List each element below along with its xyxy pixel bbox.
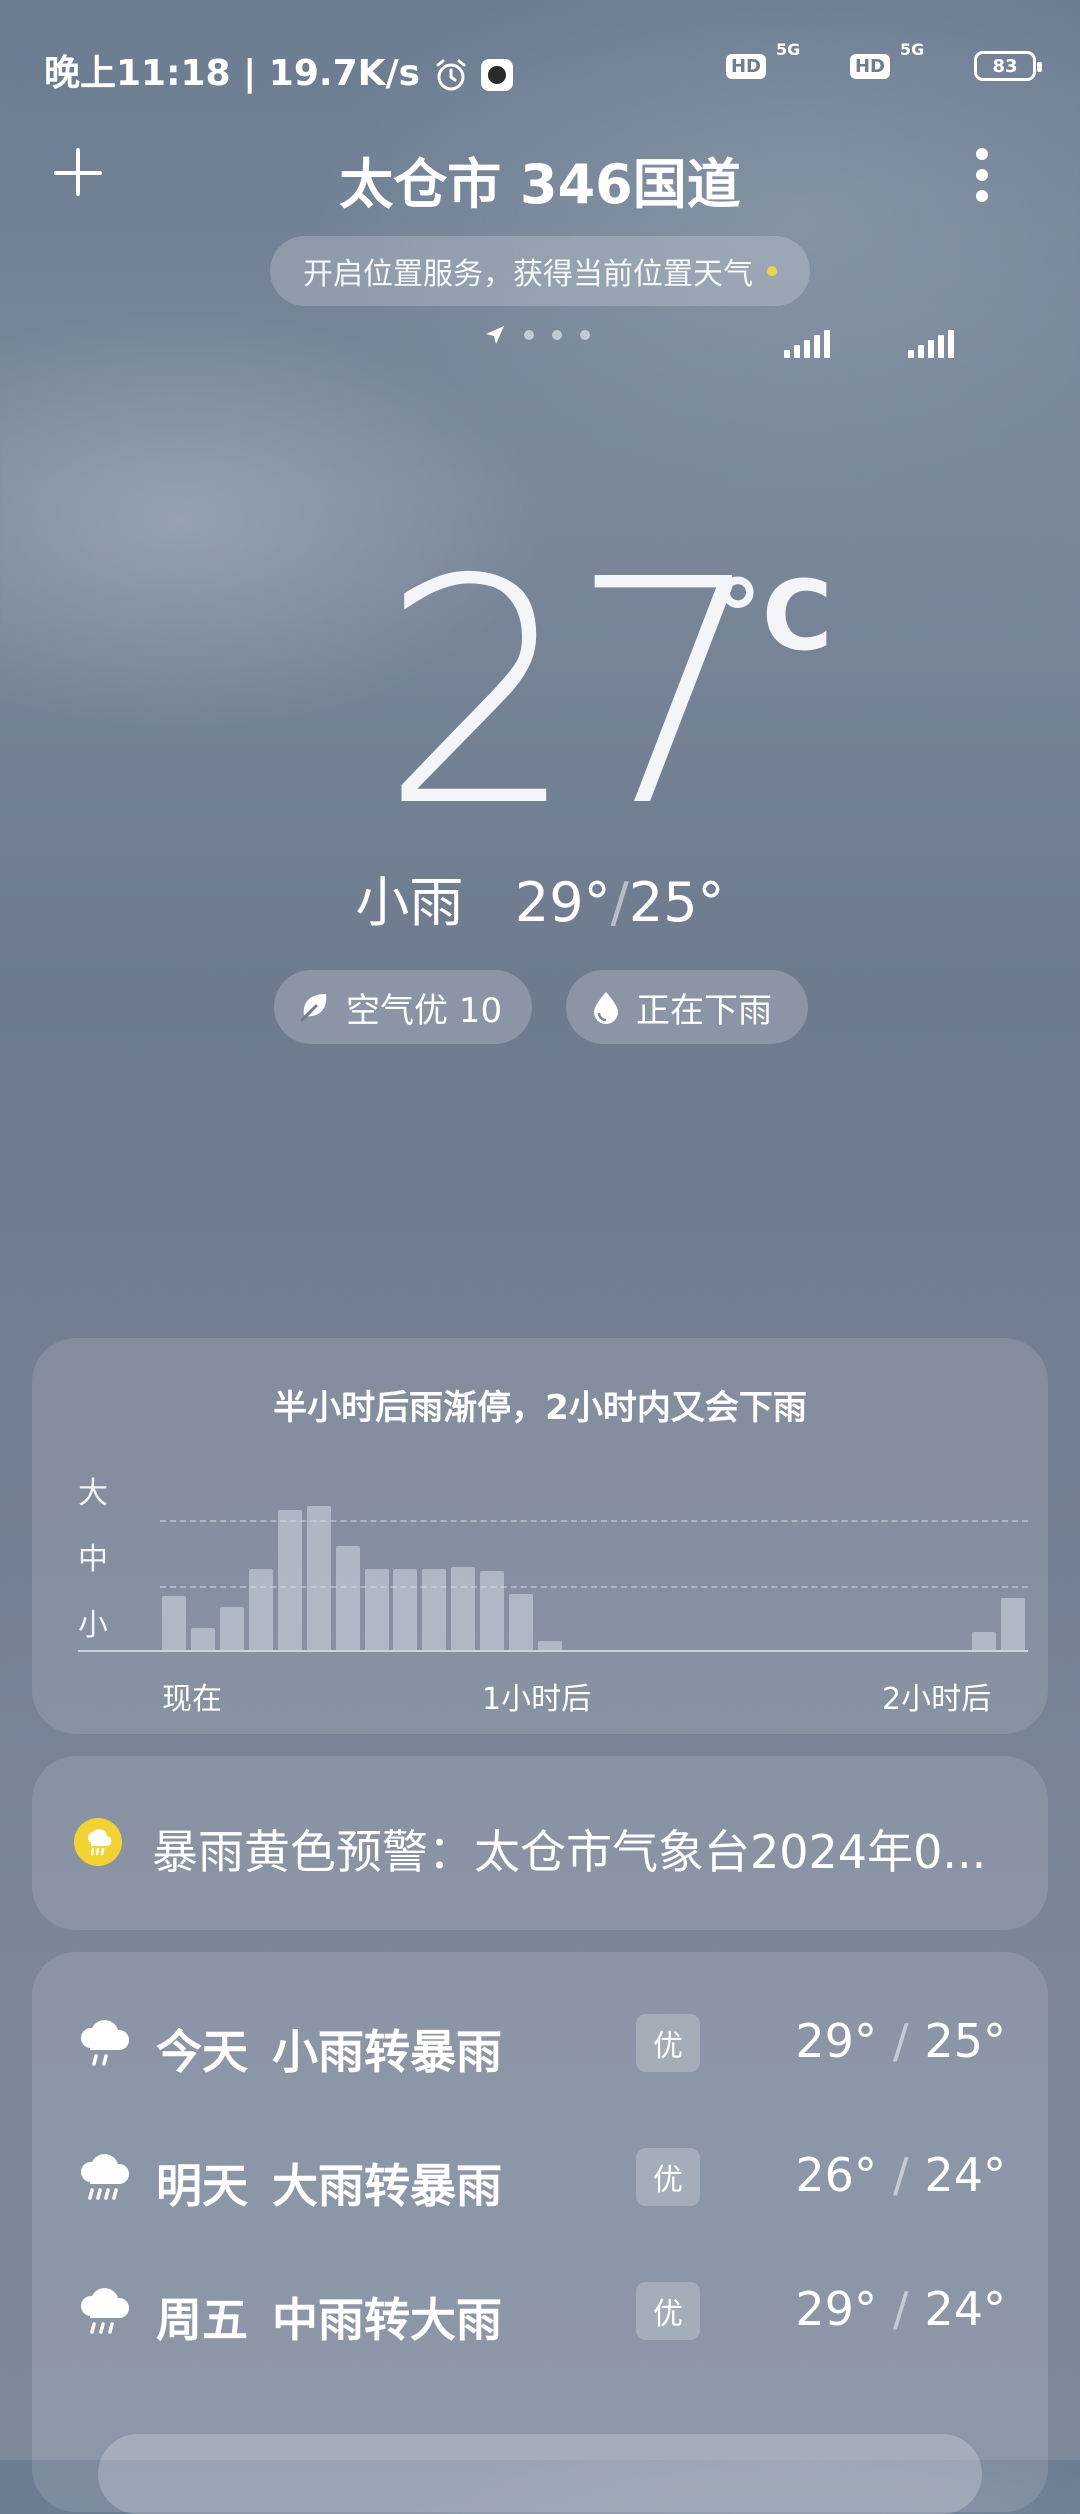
status-text: 晚上11:18 | 19.7K/s — [44, 53, 421, 94]
current-temperature: 27 — [380, 514, 766, 875]
forecast-day: 今天 — [156, 2025, 248, 2079]
forecast-high: 29° — [795, 2014, 877, 2068]
precipitation-bar — [162, 1596, 186, 1650]
more-options-icon[interactable] — [972, 148, 992, 204]
x-label-1h: 1小时后 — [482, 1682, 592, 1717]
forecast-row-tomorrow[interactable]: 明天 大雨转暴雨 优 26° / 24° — [32, 2122, 1048, 2232]
precipitation-card[interactable]: 半小时后雨渐停，2小时内又会下雨 大 中 小 现在 1小时后 2小时后 — [32, 1338, 1048, 1734]
temperature-unit: °C — [714, 560, 833, 672]
precipitation-bar — [422, 1569, 447, 1650]
location-arrow-icon — [486, 326, 504, 344]
forecast-condition: 大雨转暴雨 — [272, 2159, 502, 2213]
precipitation-bar — [190, 1628, 215, 1650]
aqi-badge: 优 — [636, 2148, 700, 2206]
aqi-badge: 优 — [636, 2282, 700, 2340]
page-dot — [552, 330, 562, 340]
page-dot — [580, 330, 590, 340]
notification-dot — [767, 266, 777, 276]
aqi-badge: 优 — [636, 2014, 700, 2072]
enable-location-button[interactable]: 开启位置服务，获得当前位置天气 — [270, 236, 810, 306]
water-drop-icon — [594, 992, 618, 1024]
current-condition: 小雨 — [355, 871, 464, 934]
air-quality-text: 空气优 10 — [346, 990, 503, 1031]
today-high: 29° — [514, 871, 611, 934]
rain-status-text: 正在下雨 — [636, 990, 772, 1031]
forecast-low: 24° — [924, 2282, 1006, 2336]
condition-line: 小雨 29°/25° — [0, 858, 1080, 937]
forecast-low: 24° — [924, 2148, 1006, 2202]
today-low: 25° — [628, 871, 725, 934]
forecast-high-low: 29° / 25° — [795, 2014, 1006, 2068]
precipitation-bar — [335, 1546, 360, 1650]
temp-separator: / — [610, 871, 629, 934]
chart-baseline — [78, 1650, 1028, 1652]
precipitation-bar — [972, 1632, 997, 1650]
rainstorm-warning-icon — [74, 1818, 122, 1866]
precipitation-bar — [538, 1641, 563, 1650]
precipitation-bar — [480, 1571, 505, 1650]
rain-cloud-icon — [80, 2288, 130, 2334]
forecast-day: 明天 — [156, 2159, 248, 2213]
app-notification-icon — [481, 59, 514, 91]
rain-cloud-icon — [80, 2020, 130, 2066]
forecast-high: 29° — [795, 2282, 877, 2336]
weather-warning-card[interactable]: 暴雨黄色预警：太仓市气象台2024年0... — [32, 1756, 1048, 1930]
precipitation-bar — [364, 1569, 389, 1650]
more-days-forecast-button[interactable] — [98, 2434, 982, 2514]
forecast-row-friday[interactable]: 周五 中雨转大雨 优 29° / 24° — [32, 2256, 1048, 2366]
temp-separator: / — [892, 2014, 909, 2068]
level-heavy-label: 大 — [78, 1476, 108, 1511]
battery-level: 83 — [992, 55, 1018, 77]
forecast-high-low: 29° / 24° — [795, 2282, 1006, 2336]
precipitation-bar — [393, 1569, 418, 1650]
level-light-label: 小 — [78, 1608, 108, 1643]
temp-separator: / — [892, 2282, 909, 2336]
temp-separator: / — [892, 2148, 909, 2202]
precipitation-bars — [160, 1338, 1028, 1650]
precipitation-bar — [1001, 1598, 1026, 1650]
alarm-clock-icon — [436, 59, 466, 91]
warning-text: 暴雨黄色预警：太仓市气象台2024年0... — [152, 1825, 987, 1879]
level-medium-label: 中 — [78, 1542, 108, 1577]
precipitation-bar — [248, 1569, 273, 1650]
precipitation-bar — [451, 1567, 476, 1650]
status-time-speed: 晚上11:18 | 19.7K/s — [44, 44, 514, 96]
hd-badge: HD — [725, 53, 766, 79]
forecast-high: 26° — [795, 2148, 877, 2202]
status-indicators: HD 5G HD 5G 83 — [725, 40, 1042, 358]
leaf-icon — [300, 994, 327, 1022]
precipitation-bar — [219, 1607, 244, 1650]
signal-icon: 5G — [776, 40, 840, 358]
air-quality-chip[interactable]: 空气优 10 — [274, 970, 532, 1044]
location-prompt-text: 开启位置服务，获得当前位置天气 — [303, 257, 753, 292]
page-indicator — [484, 324, 590, 346]
battery-icon: 83 — [974, 51, 1042, 81]
precipitation-bar — [277, 1510, 302, 1650]
forecast-condition: 小雨转暴雨 — [272, 2025, 502, 2079]
heavy-rain-cloud-icon — [80, 2154, 130, 2200]
forecast-row-today[interactable]: 今天 小雨转暴雨 优 29° / 25° — [32, 1988, 1048, 2098]
location-title: 太仓市 346国道 — [339, 153, 741, 216]
forecast-condition: 中雨转大雨 — [272, 2293, 502, 2347]
page-dot — [524, 330, 534, 340]
precipitation-bar — [306, 1506, 331, 1650]
x-label-2h: 2小时后 — [882, 1682, 992, 1717]
forecast-low: 25° — [924, 2014, 1006, 2068]
x-label-now: 现在 — [162, 1682, 222, 1717]
signal-icon-2: 5G — [900, 40, 964, 358]
forecast-day: 周五 — [156, 2293, 248, 2347]
forecast-high-low: 26° / 24° — [795, 2148, 1006, 2202]
daily-forecast-card[interactable]: 今天 小雨转暴雨 优 29° / 25° 明天 大雨转暴雨 优 26° / 24° 周五… — [32, 1952, 1048, 2512]
precipitation-bar — [509, 1594, 534, 1650]
rain-status-chip[interactable]: 正在下雨 — [566, 970, 808, 1044]
